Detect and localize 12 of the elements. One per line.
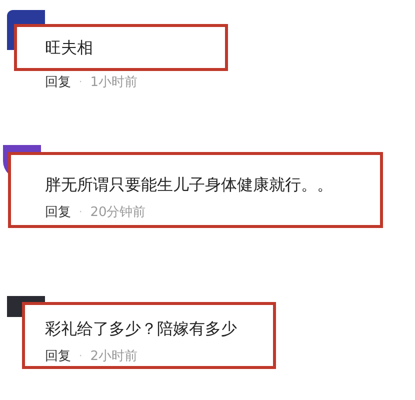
timestamp: 2小时前 — [90, 349, 138, 365]
timestamp: 20分钟前 — [90, 205, 146, 221]
separator-dot: · — [79, 350, 82, 364]
reply-link[interactable]: 回复 — [45, 205, 71, 221]
comment-text: 彩礼给了多少？陪嫁有多少 — [45, 319, 238, 339]
separator-dot: · — [79, 206, 82, 220]
comment-text: 旺夫相 — [45, 38, 93, 58]
separator-dot: · — [79, 76, 82, 90]
reply-link[interactable]: 回复 — [45, 349, 71, 365]
reply-link[interactable]: 回复 — [45, 75, 71, 91]
timestamp: 1小时前 — [90, 75, 138, 91]
comment-text: 胖无所谓只要能生儿子身体健康就行。。 — [45, 175, 334, 195]
